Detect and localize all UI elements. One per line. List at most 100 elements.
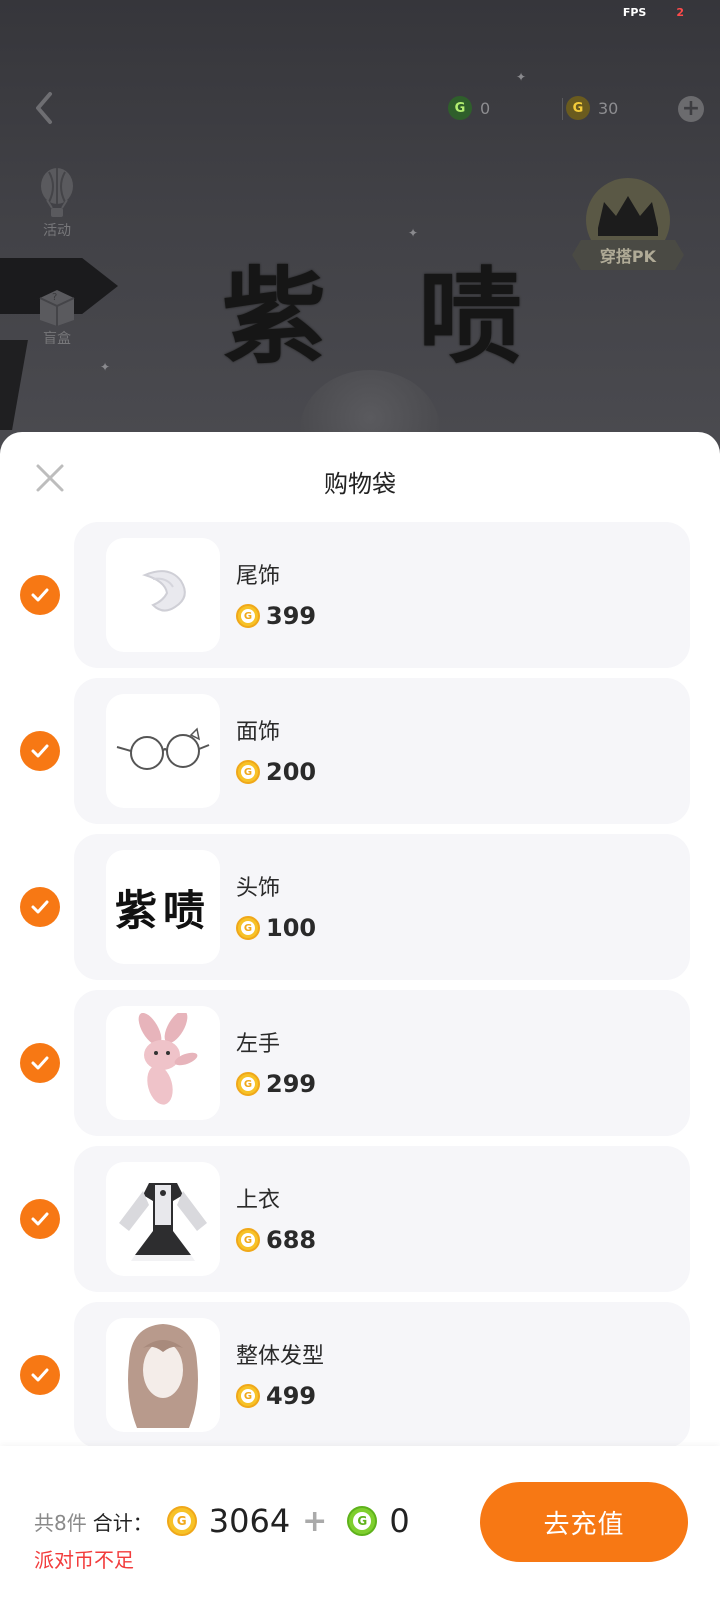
gold-coin-icon: G [566,96,590,120]
item-name: 上衣 [236,1188,281,1213]
list-item: 上衣 G 688 [0,1146,720,1292]
fps-label: FPS [622,6,647,19]
item-name: 面饰 [236,720,281,745]
activity-label: 活动 [43,223,71,239]
item-card[interactable]: 尾饰 G 399 [74,522,690,668]
bunny-plush-icon [138,1013,198,1105]
fps-value: 2 [676,6,684,19]
item-count: 共8件 [34,1510,87,1535]
checkmark-icon [31,744,49,758]
item-card[interactable]: 上衣 G 688 [74,1146,690,1292]
price-value: 299 [266,1070,317,1098]
list-item: 紫啧 头饰 G 100 [0,834,720,980]
fps-counter: FPS 2 [623,6,684,19]
checkmark-icon [31,1056,49,1070]
checkmark-icon [31,588,49,602]
item-checkbox[interactable] [20,731,60,771]
item-thumbnail [106,694,220,808]
item-name: 整体发型 [236,1344,325,1369]
item-list: 尾饰 G 399 面饰 G 200 紫啧 头饰 G 100 左手 G 299 上… [0,522,720,1522]
pk-label: 穿搭PK [599,247,657,266]
item-card[interactable]: 面饰 G 200 [74,678,690,824]
sheet-title: 购物袋 [324,470,396,498]
headpiece-text-icon: 紫啧 [114,885,211,935]
tail-accessory-icon [142,570,186,612]
hairstyle-icon [128,1324,198,1428]
back-icon[interactable] [26,88,62,128]
sparkle-icon: ✦ [408,226,419,240]
svg-text:?: ? [52,292,57,303]
price-value: 399 [266,602,317,630]
gold-coin-icon: G [236,604,260,628]
green-coin-icon: G [448,96,472,120]
sheet-header: 购物袋 [0,432,720,522]
activity-button[interactable]: 活动 [28,166,86,240]
total-label: 合计： [92,1510,153,1535]
list-item: 整体发型 G 499 [0,1302,720,1448]
checkmark-icon [31,900,49,914]
item-thumbnail [106,1006,220,1120]
item-checkbox[interactable] [20,1199,60,1239]
gold-coin-icon: G [236,1384,260,1408]
item-card[interactable]: 整体发型 G 499 [74,1302,690,1448]
blindbox-label: 盲盒 [43,331,71,347]
list-item: 面饰 G 200 [0,678,720,824]
green-coin-icon: G [347,1506,378,1536]
item-price: G 688 [236,1226,316,1254]
gold-currency: G 30 [566,96,618,120]
add-currency-button[interactable]: + [678,96,704,122]
item-name: 头饰 [236,876,281,901]
item-price: G 399 [236,602,316,630]
gold-coin-icon: G [236,1072,260,1096]
item-thumbnail [106,1318,220,1432]
green-total: 0 [389,1502,410,1540]
gold-coin-amount: 30 [598,98,619,118]
game-scene: FPS 2 G 0 G 30 + 活动 ? 盲盒 穿搭PK 紫 啧 ✦ ✦ ✦ [0,0,720,460]
item-price: G 299 [236,1070,316,1098]
price-value: 200 [266,758,317,786]
hot-air-balloon-icon [41,168,73,217]
item-card[interactable]: 紫啧 头饰 G 100 [74,834,690,980]
item-name: 尾饰 [236,564,281,589]
item-checkbox[interactable] [20,887,60,927]
green-coin-amount: 0 [480,98,491,118]
item-thumbnail [106,1162,220,1276]
item-card[interactable]: 左手 G 299 [74,990,690,1136]
item-thumbnail [106,538,220,652]
item-price: G 200 [236,758,316,786]
total-summary: 共8件 合计： G 3064 + G 0 [34,1502,410,1540]
checkmark-icon [31,1368,49,1382]
plus-sign: + [302,1503,328,1539]
list-item: 尾饰 G 399 [0,522,720,668]
item-name: 左手 [236,1032,281,1057]
shopping-bag-sheet: 购物袋 尾饰 G 399 面饰 G 200 紫啧 头饰 G 100 左手 G 2… [0,432,720,1600]
green-currency: G 0 [448,96,490,120]
glasses-icon [116,727,210,770]
blindbox-button[interactable]: ? 盲盒 [28,282,86,348]
list-item: 左手 G 299 [0,990,720,1136]
currency-divider [562,98,563,120]
item-checkbox[interactable] [20,575,60,615]
item-checkbox[interactable] [20,1043,60,1083]
item-price: G 100 [236,914,316,942]
decor-stick [0,340,28,430]
checkout-footer: 共8件 合计： G 3064 + G 0 派对币不足 去充值 [0,1446,720,1600]
banner-title: 紫 啧 [222,256,551,378]
insufficient-warning: 派对币不足 [34,1548,134,1572]
outfit-pk-button[interactable]: 穿搭PK [572,240,684,270]
mystery-box-icon: ? [39,290,75,326]
price-value: 688 [266,1226,317,1254]
gold-coin-icon: G [236,1228,260,1252]
gold-coin-icon: G [166,1506,197,1536]
checkmark-icon [31,1212,49,1226]
item-thumbnail: 紫啧 [106,850,220,964]
recharge-button[interactable]: 去充值 [480,1482,688,1562]
price-value: 100 [266,914,317,942]
gold-coin-icon: G [236,916,260,940]
sparkle-icon: ✦ [100,360,111,374]
dress-top-icon [119,1183,207,1261]
item-checkbox[interactable] [20,1355,60,1395]
item-price: G 499 [236,1382,316,1410]
sparkle-icon: ✦ [516,70,527,84]
gold-coin-icon: G [236,760,260,784]
